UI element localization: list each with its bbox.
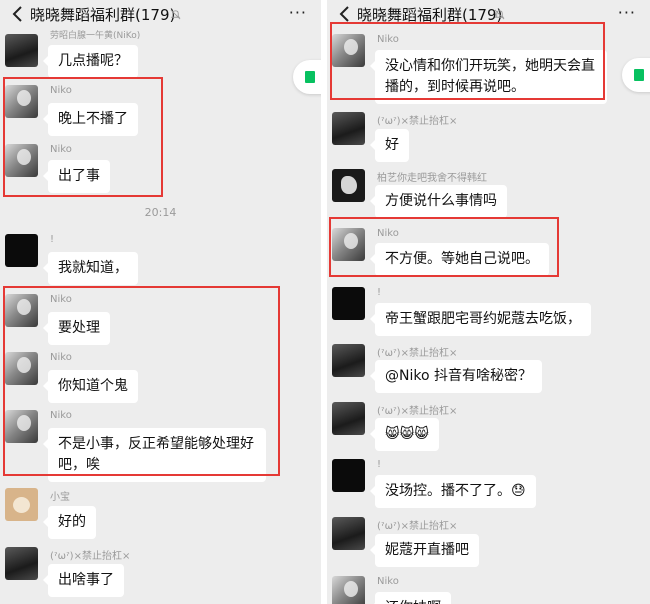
avatar[interactable] (5, 488, 38, 521)
timestamp: 20:14 (144, 206, 177, 219)
message-bubble[interactable]: 出了事 (43, 160, 110, 193)
note-icon (305, 71, 315, 83)
back-arrow-icon[interactable] (335, 4, 355, 24)
message-bubble[interactable]: 没场控。播不了了。😓 (370, 475, 536, 508)
sender-name: 劳昭白腺一午黄(NiKo) (50, 31, 141, 41)
message-bubble[interactable]: 晚上不播了 (43, 103, 138, 136)
sender-name: Niko (50, 294, 72, 305)
avatar[interactable] (5, 352, 38, 385)
sender-name: Niko (377, 576, 399, 587)
avatar[interactable] (5, 34, 38, 67)
avatar[interactable] (332, 576, 365, 604)
group-title: 晓晓舞蹈福利群(179) (357, 6, 503, 24)
sender-name: 柏艺你走吧我舍不得韩红 (377, 173, 487, 184)
message-bubble[interactable]: 不方便。等她自己说吧。 (370, 243, 549, 276)
sender-name: ! (50, 234, 55, 245)
message-bubble[interactable]: 我就知道， (43, 252, 138, 285)
avatar[interactable] (5, 85, 38, 118)
message-bubble[interactable]: 出啥事了 (43, 564, 124, 597)
more-options-icon[interactable]: ··· (289, 5, 307, 21)
message-bubble[interactable]: 你知道个鬼 (43, 370, 138, 403)
sender-name: Niko (377, 34, 399, 45)
avatar[interactable] (332, 344, 365, 377)
mute-icon (494, 9, 505, 20)
sender-name: (ˀωˀ)×禁止抬杠× (50, 551, 131, 562)
message-bubble[interactable]: 没心情和你们开玩笑，她明天会直 播的，到时候再说吧。 (370, 50, 607, 104)
avatar[interactable] (5, 234, 38, 267)
note-icon (634, 69, 644, 81)
sender-name: Niko (50, 144, 72, 155)
message-bubble[interactable]: 要处理 (43, 312, 110, 345)
sender-name: Niko (50, 85, 72, 96)
message-bubble[interactable]: 不是小事，反正希望能够处理好 吧，唉 (43, 428, 266, 482)
sender-name: (ˀωˀ)×禁止抬杠× (377, 348, 458, 359)
sender-name: Niko (50, 410, 72, 421)
sender-name: 小宝 (50, 492, 70, 503)
message-line: 吧，唉 (58, 457, 100, 473)
avatar[interactable] (332, 228, 365, 261)
sender-name: (ˀωˀ)×禁止抬杠× (377, 521, 458, 532)
avatar[interactable] (332, 459, 365, 492)
sender-name: (ˀωˀ)×禁止抬杠× (377, 406, 458, 417)
avatar[interactable] (332, 402, 365, 435)
message-bubble[interactable]: 好 (370, 129, 409, 162)
avatar[interactable] (5, 144, 38, 177)
chat-header: 晓晓舞蹈福利群(179) ··· (327, 0, 650, 30)
more-options-icon[interactable]: ··· (618, 5, 636, 21)
message-line: 不是小事，反正希望能够处理好 (58, 436, 254, 452)
avatar[interactable] (332, 517, 365, 550)
message-line: 没心情和你们开玩笑，她明天会直 (385, 58, 595, 74)
message-line: 播的，到时候再说吧。 (385, 79, 525, 95)
sender-name: ! (377, 459, 382, 470)
group-title: 晓晓舞蹈福利群(179) (30, 6, 176, 24)
floating-note-button[interactable] (293, 60, 321, 94)
avatar[interactable] (5, 547, 38, 580)
avatar[interactable] (332, 169, 365, 202)
message-bubble[interactable]: 帝王蟹跟肥宅哥约妮蔻去吃饭， (370, 303, 591, 336)
mute-icon (170, 9, 181, 20)
avatar[interactable] (5, 410, 38, 443)
message-bubble[interactable]: @Niko 抖音有啥秘密？ (370, 360, 542, 393)
chat-header: 晓晓舞蹈福利群(179) ··· (0, 0, 321, 30)
sender-name: Niko (50, 352, 72, 363)
sender-name: Niko (377, 228, 399, 239)
message-bubble[interactable]: 几点播呢？ (43, 45, 138, 78)
floating-note-button[interactable] (622, 58, 650, 92)
sender-name: ! (377, 287, 382, 298)
message-bubble[interactable]: 好的 (43, 506, 96, 539)
avatar[interactable] (332, 112, 365, 145)
avatar[interactable] (5, 294, 38, 327)
avatar[interactable] (332, 34, 365, 67)
message-bubble[interactable]: 还你妹啊 (370, 592, 451, 604)
left-chat-panel: 晓晓舞蹈福利群(179) ··· 劳昭白腺一午黄(NiKo) 几点播呢？ Nik… (0, 0, 321, 604)
message-bubble[interactable]: 妮蔻开直播吧 (370, 534, 479, 567)
right-chat-panel: 晓晓舞蹈福利群(179) ··· Niko 没心情和你们开玩笑，她明天会直 播的… (327, 0, 650, 604)
avatar[interactable] (332, 287, 365, 320)
message-bubble[interactable]: 😸😸😸 (370, 418, 439, 451)
message-bubble[interactable]: 方便说什么事情吗 (370, 185, 507, 218)
sender-name: (ˀωˀ)×禁止抬杠× (377, 116, 458, 127)
back-arrow-icon[interactable] (8, 4, 28, 24)
